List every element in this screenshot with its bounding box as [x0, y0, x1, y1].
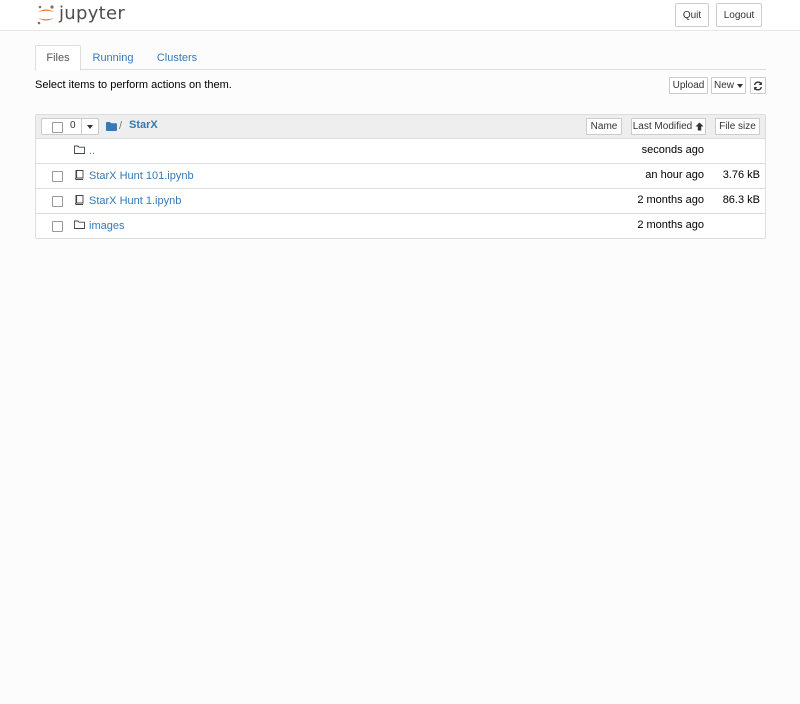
list-item[interactable]: StarX Hunt 1.ipynb 2 months ago 86.3 kB	[36, 189, 765, 214]
item-name[interactable]: StarX Hunt 101.ipynb	[89, 170, 194, 182]
item-size: 86.3 kB	[722, 194, 760, 206]
logout-button[interactable]: Logout	[716, 3, 762, 27]
notebook-icon	[75, 195, 84, 205]
upload-button[interactable]: Upload	[669, 77, 708, 94]
caret-down-icon	[737, 83, 743, 88]
jupyter-logo[interactable]: jupyter	[36, 3, 136, 27]
list-item[interactable]: .. seconds ago	[36, 139, 765, 164]
jupyter-logo-icon	[37, 5, 54, 25]
folder-icon[interactable]	[106, 122, 117, 131]
item-modified: 2 months ago	[637, 219, 704, 231]
sort-by-name-button[interactable]: Name	[586, 118, 622, 135]
tab-running[interactable]: Running	[85, 45, 141, 70]
item-name[interactable]: ..	[89, 145, 95, 157]
new-dropdown-button[interactable]: New	[711, 77, 746, 94]
tab-clusters[interactable]: Clusters	[149, 45, 205, 70]
logo-text: jupyter	[59, 3, 126, 24]
file-list: 0 / StarX Name Last Modified File size .…	[35, 114, 766, 239]
sort-by-modified-button[interactable]: Last Modified	[631, 118, 706, 135]
item-checkbox[interactable]	[52, 196, 63, 207]
notebook-icon	[75, 170, 84, 180]
sort-by-size-button[interactable]: File size	[715, 118, 760, 135]
breadcrumb-current-dir[interactable]: StarX	[129, 119, 158, 131]
refresh-button[interactable]	[750, 77, 766, 94]
list-item[interactable]: images 2 months ago	[36, 214, 765, 239]
item-name[interactable]: images	[89, 220, 124, 232]
breadcrumb-separator: /	[119, 120, 123, 132]
item-size: 3.76 kB	[722, 169, 760, 181]
list-item[interactable]: StarX Hunt 101.ipynb an hour ago 3.76 kB	[36, 164, 765, 189]
folder-open-icon	[74, 145, 85, 154]
arrow-up-icon	[695, 122, 704, 131]
tab-files[interactable]: Files	[35, 45, 81, 71]
item-checkbox[interactable]	[52, 221, 63, 232]
refresh-icon	[753, 80, 763, 91]
quit-button[interactable]: Quit	[675, 3, 709, 27]
sort-modified-label: Last Modified	[632, 121, 693, 132]
item-modified: an hour ago	[645, 169, 704, 181]
select-all-checkbox[interactable]	[52, 122, 63, 133]
selected-count: 0	[70, 120, 76, 131]
tab-bar: Files Running Clusters	[35, 45, 766, 71]
file-list-header: 0 / StarX Name Last Modified File size	[36, 115, 765, 139]
item-checkbox[interactable]	[52, 171, 63, 182]
caret-down-icon	[87, 125, 93, 129]
app-header: jupyter Quit Logout	[0, 0, 800, 31]
item-modified: seconds ago	[641, 144, 704, 156]
item-modified: 2 months ago	[637, 194, 704, 206]
selection-hint: Select items to perform actions on them.	[35, 79, 232, 91]
select-menu-button[interactable]	[81, 118, 99, 135]
folder-icon	[74, 220, 85, 229]
new-label: New	[713, 80, 734, 91]
item-name[interactable]: StarX Hunt 1.ipynb	[89, 195, 181, 207]
